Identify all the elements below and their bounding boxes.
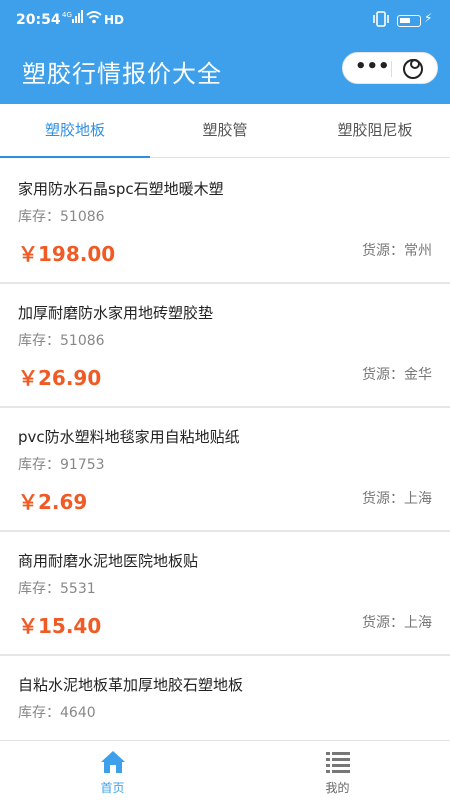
list-item[interactable]: 自粘水泥地板革加厚地胶石塑地板 库存：4640	[0, 656, 450, 740]
product-price: ￥15.40	[18, 614, 102, 638]
close-icon[interactable]	[403, 59, 423, 79]
status-time: 20:54	[16, 12, 61, 28]
product-stock: 库存：4640	[18, 705, 96, 721]
bottom-tab-bar: 首页 我的	[0, 740, 450, 800]
product-stock: 库存：51086	[18, 333, 105, 349]
list-icon	[325, 749, 351, 775]
tab-plastic-floor[interactable]: 塑胶地板	[0, 104, 150, 158]
product-stock: 库存：5531	[18, 581, 96, 597]
status-bar: 20:54 4G HD ⚡	[0, 0, 450, 40]
category-tabs: 塑胶地板 塑胶管 塑胶阻尼板	[0, 104, 450, 158]
app-header: 20:54 4G HD ⚡ 塑胶行情报价大全 •••	[0, 0, 450, 104]
list-item[interactable]: 加厚耐磨防水家用地砖塑胶垫 库存：51086 ￥26.90 货源：金华	[0, 284, 450, 408]
product-list[interactable]: 家用防水石晶spc石塑地暖木塑 库存：51086 ￥198.00 货源：常州 加…	[0, 160, 450, 740]
product-stock: 库存：91753	[18, 457, 105, 473]
nav-home-label: 首页	[100, 781, 125, 795]
product-title: 家用防水石晶spc石塑地暖木塑	[18, 180, 224, 198]
mini-program-capsule: •••	[342, 52, 438, 84]
tab-damping-board[interactable]: 塑胶阻尼板	[300, 104, 450, 158]
product-origin: 货源：金华	[362, 367, 432, 383]
network-label: 4G	[62, 11, 72, 19]
list-item[interactable]: 商用耐磨水泥地医院地板贴 库存：5531 ￥15.40 货源：上海	[0, 532, 450, 656]
product-title: 加厚耐磨防水家用地砖塑胶垫	[18, 304, 214, 322]
hd-indicator: HD	[104, 13, 125, 27]
product-title: pvc防水塑料地毯家用自粘地贴纸	[18, 428, 240, 446]
nav-mine[interactable]: 我的	[225, 741, 450, 800]
product-price: ￥26.90	[18, 366, 102, 390]
signal-icon: 4G	[62, 10, 84, 27]
product-price: ￥198.00	[18, 242, 116, 266]
capsule-divider	[391, 61, 392, 77]
list-item[interactable]: 家用防水石晶spc石塑地暖木塑 库存：51086 ￥198.00 货源：常州	[0, 160, 450, 284]
wifi-icon	[86, 10, 102, 28]
product-price: ￥2.69	[18, 490, 88, 514]
vibrate-icon	[372, 11, 390, 31]
home-icon	[100, 749, 126, 775]
product-title: 自粘水泥地板革加厚地胶石塑地板	[18, 676, 244, 694]
charging-icon: ⚡	[424, 11, 433, 25]
app-title: 塑胶行情报价大全	[22, 60, 222, 88]
battery-icon	[397, 15, 421, 27]
product-origin: 货源：上海	[362, 491, 432, 507]
product-origin: 货源：常州	[362, 243, 432, 259]
nav-mine-label: 我的	[325, 781, 350, 795]
ellipsis-icon[interactable]: •••	[355, 56, 390, 77]
list-item[interactable]: pvc防水塑料地毯家用自粘地贴纸 库存：91753 ￥2.69 货源：上海	[0, 408, 450, 532]
active-tab-indicator	[0, 156, 150, 158]
product-title: 商用耐磨水泥地医院地板贴	[18, 552, 199, 570]
product-stock: 库存：51086	[18, 209, 105, 225]
nav-home[interactable]: 首页	[0, 741, 225, 800]
product-origin: 货源：上海	[362, 615, 432, 631]
tab-plastic-pipe[interactable]: 塑胶管	[150, 104, 300, 158]
